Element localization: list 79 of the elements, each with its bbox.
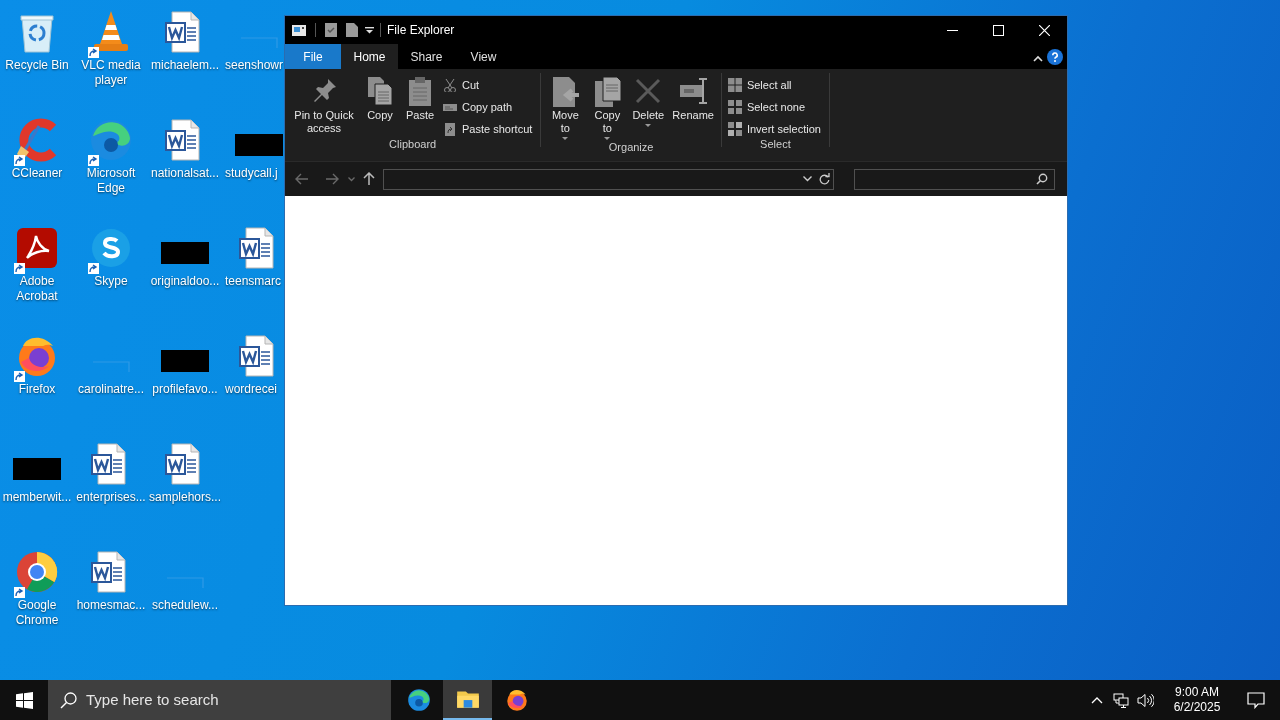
- folder-window-icon: [291, 23, 307, 37]
- up-arrow-icon[interactable]: [363, 172, 375, 186]
- search-icon: [1036, 173, 1048, 185]
- dropdown-icon[interactable]: [365, 26, 374, 34]
- help-icon[interactable]: [1047, 49, 1063, 65]
- ribbon-group-label: Organize: [607, 140, 655, 154]
- ribbon-button[interactable]: Delete: [629, 73, 668, 127]
- grid-icon: [727, 78, 742, 92]
- desktop-icon-label[interactable]: nationalsat...: [148, 166, 222, 181]
- desktop-icon-label[interactable]: Microsoft Edge: [74, 166, 148, 196]
- desktop-icon-label[interactable]: carolinatre...: [74, 382, 148, 397]
- maximize-icon: [992, 24, 1004, 36]
- ribbon-group-label: Clipboard: [388, 137, 438, 151]
- scissors-icon: [443, 78, 457, 92]
- ribbon-tab[interactable]: Home: [341, 44, 398, 69]
- volume-icon[interactable]: [1137, 692, 1154, 708]
- desktop-icon-label[interactable]: Skype: [74, 274, 148, 289]
- time-text: 9:00 AM: [1175, 685, 1219, 700]
- back-arrow-icon[interactable]: [295, 173, 309, 185]
- window-title: File Explorer: [387, 22, 455, 39]
- grid-icon: [727, 122, 742, 136]
- forward-arrow-icon[interactable]: [325, 173, 339, 185]
- desktop-icon-label[interactable]: Google Chrome: [0, 598, 74, 628]
- edge-browser-icon: [405, 687, 432, 713]
- desktop-icon-label[interactable]: samplehors...: [148, 490, 222, 505]
- network-icon[interactable]: [1113, 692, 1129, 708]
- ribbon-button[interactable]: Select all: [727, 77, 825, 93]
- new-folder-icon[interactable]: [346, 23, 358, 37]
- desktop-icon-label[interactable]: wordrecei: [225, 382, 278, 397]
- file-menu-tab[interactable]: File: [285, 44, 341, 69]
- desktop-icon-label[interactable]: Adobe Acrobat: [0, 274, 74, 304]
- speech-bubble-icon: [1247, 691, 1265, 709]
- ribbon-button[interactable]: Paste: [401, 73, 439, 122]
- desktop-icon-label[interactable]: CCleaner: [0, 166, 74, 181]
- ribbon-button[interactable]: Copy: [361, 73, 399, 122]
- grid-icon: [727, 100, 742, 114]
- paste-shortcut-icon: [443, 122, 457, 136]
- date-text: 6/2/2025: [1173, 700, 1221, 715]
- refresh-icon[interactable]: [819, 173, 830, 185]
- properties-icon[interactable]: [324, 23, 338, 37]
- ribbon-button[interactable]: Select none: [727, 99, 825, 115]
- ribbon-button[interactable]: Cut: [443, 77, 537, 93]
- chevron-down-icon[interactable]: [803, 176, 812, 182]
- desktop-icon-label[interactable]: teensmarc: [225, 274, 282, 289]
- taskbar-search-field[interactable]: Type here to search: [48, 680, 391, 720]
- desktop-icon-label[interactable]: Firefox: [0, 382, 74, 397]
- ribbon-button[interactable]: Paste shortcut: [443, 121, 537, 137]
- clock[interactable]: 9:00 AM 6/2/2025: [1164, 685, 1230, 715]
- ribbon-button[interactable]: Copy path: [443, 99, 537, 115]
- ribbon-button[interactable]: Move to: [545, 73, 586, 140]
- desktop-icon-label[interactable]: originaldoo...: [148, 274, 222, 289]
- desktop-icon-label[interactable]: schedulew...: [148, 598, 222, 613]
- ribbon-button[interactable]: Rename: [669, 73, 717, 122]
- close-icon: [1038, 24, 1050, 36]
- desktop-icon-label[interactable]: profilefavo...: [148, 382, 222, 397]
- minimize-icon: [946, 29, 958, 31]
- collapse-ribbon-icon[interactable]: [1033, 55, 1043, 62]
- desktop-icon-label[interactable]: VLC media player: [74, 58, 148, 88]
- ribbon-button[interactable]: Pin to Quick access: [289, 73, 359, 135]
- desktop-icon-label[interactable]: seenshowr: [225, 58, 284, 73]
- desktop-icon-label[interactable]: studycall.j: [225, 166, 278, 181]
- ribbon-group-label: Select: [759, 137, 792, 151]
- recent-locations-icon[interactable]: [348, 176, 355, 182]
- search-placeholder: Type here to search: [86, 689, 219, 710]
- ribbon-tab[interactable]: Share: [398, 44, 455, 69]
- desktop-icon-label[interactable]: michaelem...: [148, 58, 222, 73]
- ribbon-button[interactable]: Copy to: [587, 73, 628, 140]
- chevron-up-icon[interactable]: [1091, 696, 1103, 704]
- ribbon-button[interactable]: Invert selection: [727, 121, 825, 137]
- rename-icon: [677, 75, 710, 107]
- desktop-icon-label[interactable]: homesmac...: [74, 598, 148, 613]
- ribbon-tab[interactable]: View: [455, 44, 512, 69]
- desktop-icon-label[interactable]: Recycle Bin: [0, 58, 74, 73]
- windows-logo-icon: [15, 691, 33, 709]
- desktop-icon-label[interactable]: enterprises...: [74, 490, 148, 505]
- taskbar-app-button[interactable]: [443, 680, 492, 720]
- search-icon: [60, 691, 77, 709]
- desktop-icon-label[interactable]: memberwit...: [0, 490, 74, 505]
- search-field[interactable]: [854, 168, 1055, 190]
